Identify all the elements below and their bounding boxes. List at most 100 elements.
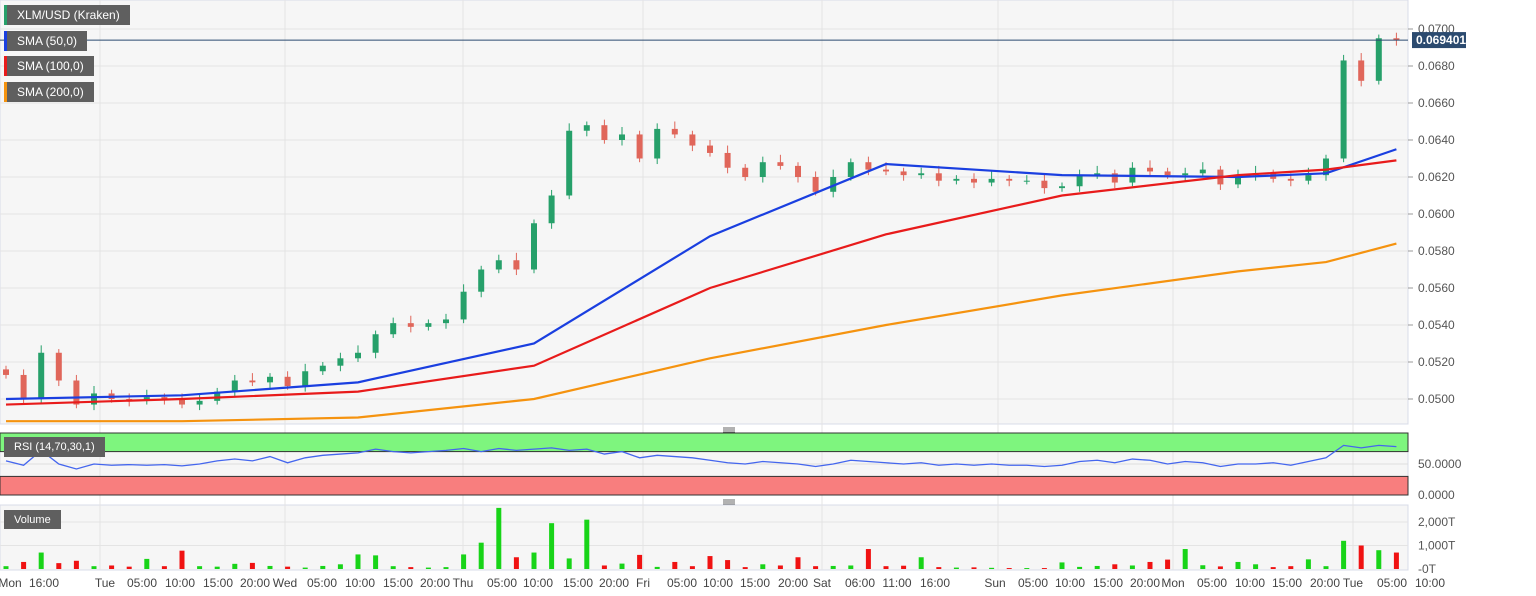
volume-tick-label: 2,000T	[1418, 515, 1456, 529]
volume-bar	[1165, 559, 1171, 569]
volume-bar	[672, 561, 678, 569]
volume-bar	[813, 566, 819, 569]
candle-body	[654, 128, 661, 159]
volume-bar	[144, 558, 150, 569]
candle-body	[1059, 186, 1065, 189]
candle-body	[249, 380, 256, 383]
y-tick-label: 0.0660	[1418, 96, 1455, 110]
candle-body	[900, 171, 907, 176]
candle-body	[302, 371, 309, 387]
x-tick-label: Tue	[1343, 576, 1364, 590]
x-tick-label: 16:00	[920, 576, 950, 590]
volume-bar	[1112, 564, 1118, 569]
volume-bar	[425, 567, 431, 569]
chart-svg: 0.07000.06800.06600.06400.06200.06000.05…	[0, 0, 1466, 590]
x-tick-label: 10:00	[1055, 576, 1085, 590]
volume-bar	[38, 552, 44, 569]
candle-body	[619, 134, 625, 140]
volume-bar	[478, 542, 484, 569]
candle-body	[513, 260, 520, 270]
candle-body	[988, 178, 995, 183]
x-tick-label: 16:00	[29, 576, 59, 590]
volume-bar	[1147, 561, 1153, 569]
volume-bar	[1182, 549, 1188, 569]
legend-sma100[interactable]: SMA (100,0)	[4, 56, 94, 76]
candle-body	[724, 152, 731, 168]
volume-bar	[689, 566, 695, 569]
volume-bar	[1323, 566, 1329, 569]
x-tick-label: 15:00	[383, 576, 413, 590]
candle-body	[1164, 171, 1171, 176]
candle-body	[707, 145, 713, 153]
x-tick-label: 05:00	[1018, 576, 1048, 590]
volume-bar	[901, 565, 907, 569]
x-tick-label: Thu	[453, 576, 474, 590]
candle-body	[478, 269, 485, 292]
x-tick-label: 06:00	[845, 576, 875, 590]
candle-body	[953, 178, 960, 181]
candle-body	[759, 162, 766, 177]
volume-bar	[109, 565, 115, 569]
y-tick-label: 0.0520	[1418, 355, 1455, 369]
legend-sma200[interactable]: SMA (200,0)	[4, 82, 94, 102]
volume-bar	[249, 562, 255, 569]
volume-bar	[883, 566, 889, 569]
x-tick-label: 05:00	[307, 576, 337, 590]
candle-body	[689, 134, 696, 146]
x-tick-label: 20:00	[778, 576, 808, 590]
volume-bar	[197, 566, 203, 569]
volume-bar	[56, 563, 62, 569]
candle-body	[407, 323, 414, 327]
candle-body	[1305, 175, 1312, 181]
candle-body	[460, 291, 467, 320]
x-tick-label: Mon	[1161, 576, 1184, 590]
candle-body	[284, 376, 291, 387]
volume-bar	[302, 567, 308, 569]
candle-body	[583, 125, 590, 131]
candle-body	[73, 380, 80, 405]
x-tick-label: 10:00	[1415, 576, 1445, 590]
x-tick-label: 05:00	[667, 576, 697, 590]
y-tick-label: 0.0640	[1418, 133, 1455, 147]
candle-body	[742, 167, 749, 177]
x-tick-label: 10:00	[345, 576, 375, 590]
candle-body	[883, 169, 889, 172]
volume-bar	[267, 565, 273, 569]
legend-rsi[interactable]: RSI (14,70,30,1)	[4, 437, 105, 457]
volume-bar	[584, 519, 590, 569]
chart-container: 0.0700 0.0680 0.0660 0.0640 0.0620 0.0600 0.05…	[0, 0, 1536, 596]
volume-bar	[865, 549, 871, 569]
volume-bar	[1376, 550, 1382, 569]
volume-bar	[1358, 545, 1364, 569]
volume-bar	[1129, 565, 1135, 569]
x-tick-label: Sun	[984, 576, 1005, 590]
volume-bar	[21, 561, 27, 569]
x-tick-label: 20:00	[599, 576, 629, 590]
x-tick-label: 10:00	[703, 576, 733, 590]
candle-body	[1041, 180, 1048, 189]
candle-body	[601, 125, 608, 140]
volume-bar	[355, 554, 361, 569]
x-tick-label: 15:00	[1272, 576, 1302, 590]
volume-bar	[760, 564, 766, 569]
candle-body	[355, 352, 361, 359]
candle-body	[337, 358, 344, 366]
candle-body	[1287, 178, 1294, 181]
volume-bar	[320, 565, 326, 569]
candle-body	[531, 223, 537, 270]
x-tick-label: 05:00	[1377, 576, 1407, 590]
candle-body	[196, 400, 203, 405]
volume-bar	[3, 566, 9, 569]
volume-bar	[1059, 562, 1065, 569]
legend-sma50[interactable]: SMA (50,0)	[4, 31, 88, 51]
y-tick-label: 0.0540	[1418, 318, 1455, 332]
legend-symbol[interactable]: XLM/USD (Kraken)	[4, 5, 130, 25]
volume-bar	[566, 558, 572, 569]
volume-bar	[1341, 540, 1347, 569]
legend-volume[interactable]: Volume	[4, 510, 61, 529]
x-tick-label: 15:00	[563, 576, 593, 590]
candle-body	[425, 323, 432, 327]
x-tick-label: 11:00	[882, 576, 911, 590]
last-price-label: 0.069401	[1416, 33, 1466, 47]
candle-body	[20, 374, 27, 399]
